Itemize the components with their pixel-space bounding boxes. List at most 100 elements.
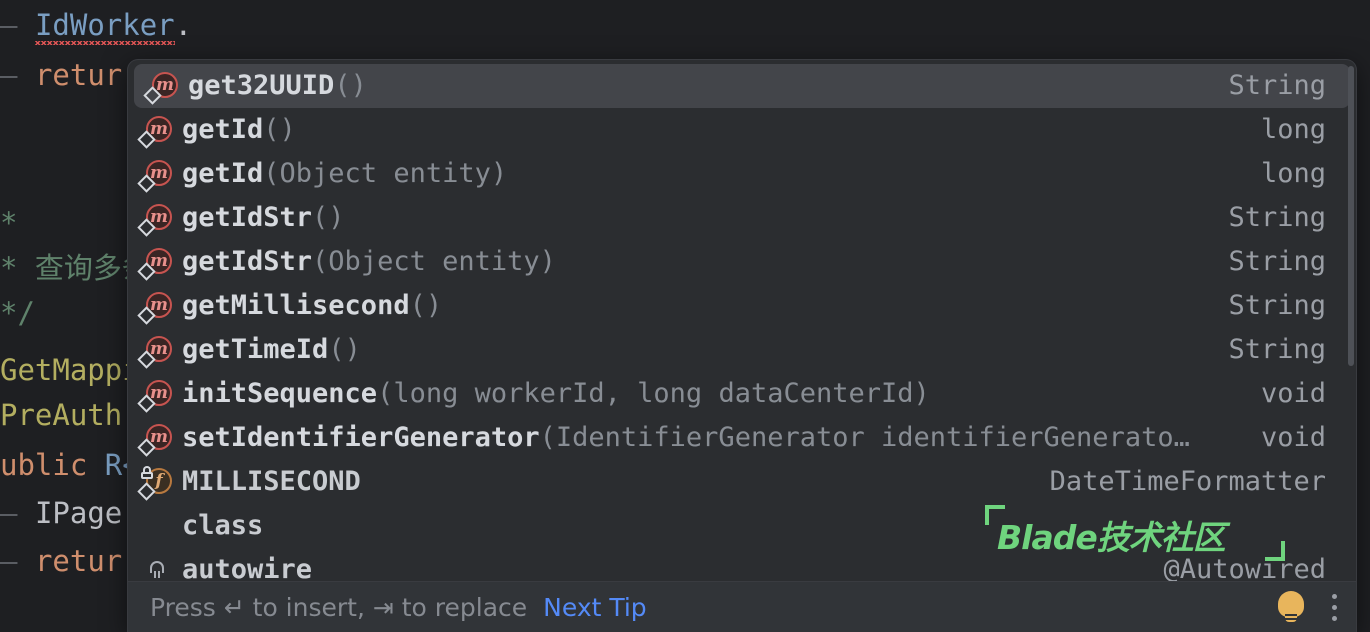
completion-item-signature: setIdentifierGenerator(IdentifierGenerat… xyxy=(182,421,1237,455)
completion-item[interactable]: m setIdentifierGenerator(IdentifierGener… xyxy=(128,416,1356,460)
method-static-icon: m xyxy=(137,157,174,193)
parameter-icon xyxy=(140,553,174,581)
code-line: GetMappi xyxy=(0,345,140,395)
completion-item[interactable]: autowire @Autowired xyxy=(128,548,1356,581)
completion-item[interactable]: m getIdStr() String xyxy=(128,196,1356,240)
completion-item[interactable]: m initSequence(long workerId, long dataC… xyxy=(128,372,1356,416)
fold-marker[interactable]: — xyxy=(0,544,17,578)
code-token-annotation: GetMappi xyxy=(0,353,140,387)
completion-item-params: (IdentifierGenerator identifierGenerato… xyxy=(539,422,1190,453)
completion-item-type: String xyxy=(1228,70,1326,101)
completion-item-type: String xyxy=(1228,246,1326,277)
completion-item-name: getTimeId xyxy=(182,334,329,365)
completion-item[interactable]: m getTimeId() String xyxy=(128,328,1356,372)
completion-item-signature: MILLISECOND xyxy=(182,465,1026,499)
completion-item-type: String xyxy=(1228,202,1326,233)
completion-item-type: long xyxy=(1260,158,1326,189)
method-static-icon: m xyxy=(137,245,174,281)
ide-screen: — IdWorker. — retur * * 查询多条 */ GetMappi… xyxy=(0,0,1370,632)
completion-item[interactable]: m getId(Object entity) long xyxy=(128,152,1356,196)
completion-item-type: @Autowired xyxy=(1163,554,1326,581)
method-static-icon: m xyxy=(137,421,174,457)
completion-item-name: getMillisecond xyxy=(182,290,410,321)
method-static-icon: m xyxy=(137,289,174,325)
code-line: — retur xyxy=(0,50,122,100)
completion-item[interactable]: class xyxy=(128,504,1356,548)
code-line: — IPage xyxy=(0,488,122,538)
completion-item-name: getId xyxy=(182,158,264,189)
completion-item[interactable]: m getMillisecond() String xyxy=(128,284,1356,328)
completion-list[interactable]: m get32UUID() String m getId() long m ge… xyxy=(128,60,1356,581)
code-token-idworker: IdWorker xyxy=(34,8,175,42)
completion-item[interactable]: m getIdStr(Object entity) String xyxy=(128,240,1356,284)
completion-item-signature: getMillisecond() xyxy=(182,289,1204,323)
code-line: */ xyxy=(0,288,35,338)
code-line: * xyxy=(0,198,17,248)
completion-item-name: getId xyxy=(182,114,264,145)
code-token-comment: * xyxy=(0,206,18,240)
fold-marker[interactable]: — xyxy=(0,58,17,92)
completion-item-params: (long workerId, long dataCenterId) xyxy=(377,378,930,409)
code-token-annotation: PreAuth( xyxy=(0,398,140,432)
next-tip-link[interactable]: Next Tip xyxy=(543,593,647,622)
completion-scrollbar[interactable] xyxy=(1348,66,1354,366)
code-line: PreAuth( xyxy=(0,390,140,440)
code-token-dot: . xyxy=(174,8,193,42)
completion-item-signature: class xyxy=(182,509,1302,543)
completion-item-signature: initSequence(long workerId, long dataCen… xyxy=(182,377,1237,411)
completion-item-name: autowire xyxy=(182,554,313,581)
completion-item-signature: getId() xyxy=(182,113,1237,147)
completion-item-params: () xyxy=(312,202,345,233)
code-line: — IdWorker. xyxy=(0,0,192,50)
completion-item-name: getIdStr xyxy=(182,246,313,277)
code-token-public: ublic xyxy=(0,448,105,482)
completion-item-params: (Object entity) xyxy=(263,158,508,189)
completion-item-signature: getId(Object entity) xyxy=(182,157,1237,191)
completion-item-params: () xyxy=(263,114,296,145)
completion-item-signature: getIdStr() xyxy=(182,201,1204,235)
completion-item[interactable]: m get32UUID() String xyxy=(134,64,1350,108)
lightbulb-icon[interactable] xyxy=(1278,591,1304,623)
code-line: ublic R< xyxy=(0,440,140,490)
completion-item-params: (Object entity) xyxy=(312,246,556,277)
fold-marker[interactable]: — xyxy=(0,8,17,42)
completion-item[interactable]: m getId() long xyxy=(128,108,1356,152)
completion-item-signature: get32UUID() xyxy=(188,69,1204,103)
completion-item-name: get32UUID xyxy=(188,70,335,101)
completion-item-name: getIdStr xyxy=(182,202,313,233)
method-static-icon: m xyxy=(137,113,174,149)
completion-item-name: initSequence xyxy=(182,378,378,409)
completion-item-type: long xyxy=(1260,114,1326,145)
fold-marker[interactable]: — xyxy=(0,496,17,530)
method-static-icon: m xyxy=(143,69,180,105)
completion-item-signature: autowire xyxy=(182,553,1139,581)
completion-footer: Press ↵ to insert, ⇥ to replace Next Tip xyxy=(128,581,1356,632)
completion-item-params: () xyxy=(328,334,361,365)
code-token-return: retur xyxy=(34,58,123,92)
kebab-menu-icon[interactable] xyxy=(1330,593,1338,621)
lock-icon xyxy=(141,466,153,479)
completion-item-signature: getTimeId() xyxy=(182,333,1204,367)
completion-item-type: String xyxy=(1228,334,1326,365)
code-token-ipage: IPage xyxy=(34,496,123,530)
completion-item-name: class xyxy=(182,510,264,541)
no-icon xyxy=(140,509,174,543)
completion-item-params: () xyxy=(409,290,443,321)
code-completion-popup[interactable]: m get32UUID() String m getId() long m ge… xyxy=(128,60,1356,632)
completion-item[interactable]: f MILLISECOND DateTimeFormatter xyxy=(128,460,1356,504)
completion-hint-text: Press ↵ to insert, ⇥ to replace xyxy=(150,592,528,622)
completion-item-params: () xyxy=(334,70,367,101)
completion-item-name: setIdentifierGenerator xyxy=(182,422,540,453)
method-static-icon: m xyxy=(137,377,174,413)
method-static-icon: m xyxy=(137,201,174,237)
completion-item-type: String xyxy=(1228,290,1326,321)
completion-item-signature: getIdStr(Object entity) xyxy=(182,245,1204,279)
field-static-final-icon: f xyxy=(137,465,174,501)
completion-item-name: MILLISECOND xyxy=(182,466,361,497)
code-line: — retur xyxy=(0,536,122,586)
completion-item-type: void xyxy=(1260,422,1326,453)
code-token-return: retur xyxy=(34,544,123,578)
code-token-comment: */ xyxy=(0,296,35,330)
completion-item-type: void xyxy=(1260,378,1326,409)
completion-item-type: DateTimeFormatter xyxy=(1049,466,1326,497)
